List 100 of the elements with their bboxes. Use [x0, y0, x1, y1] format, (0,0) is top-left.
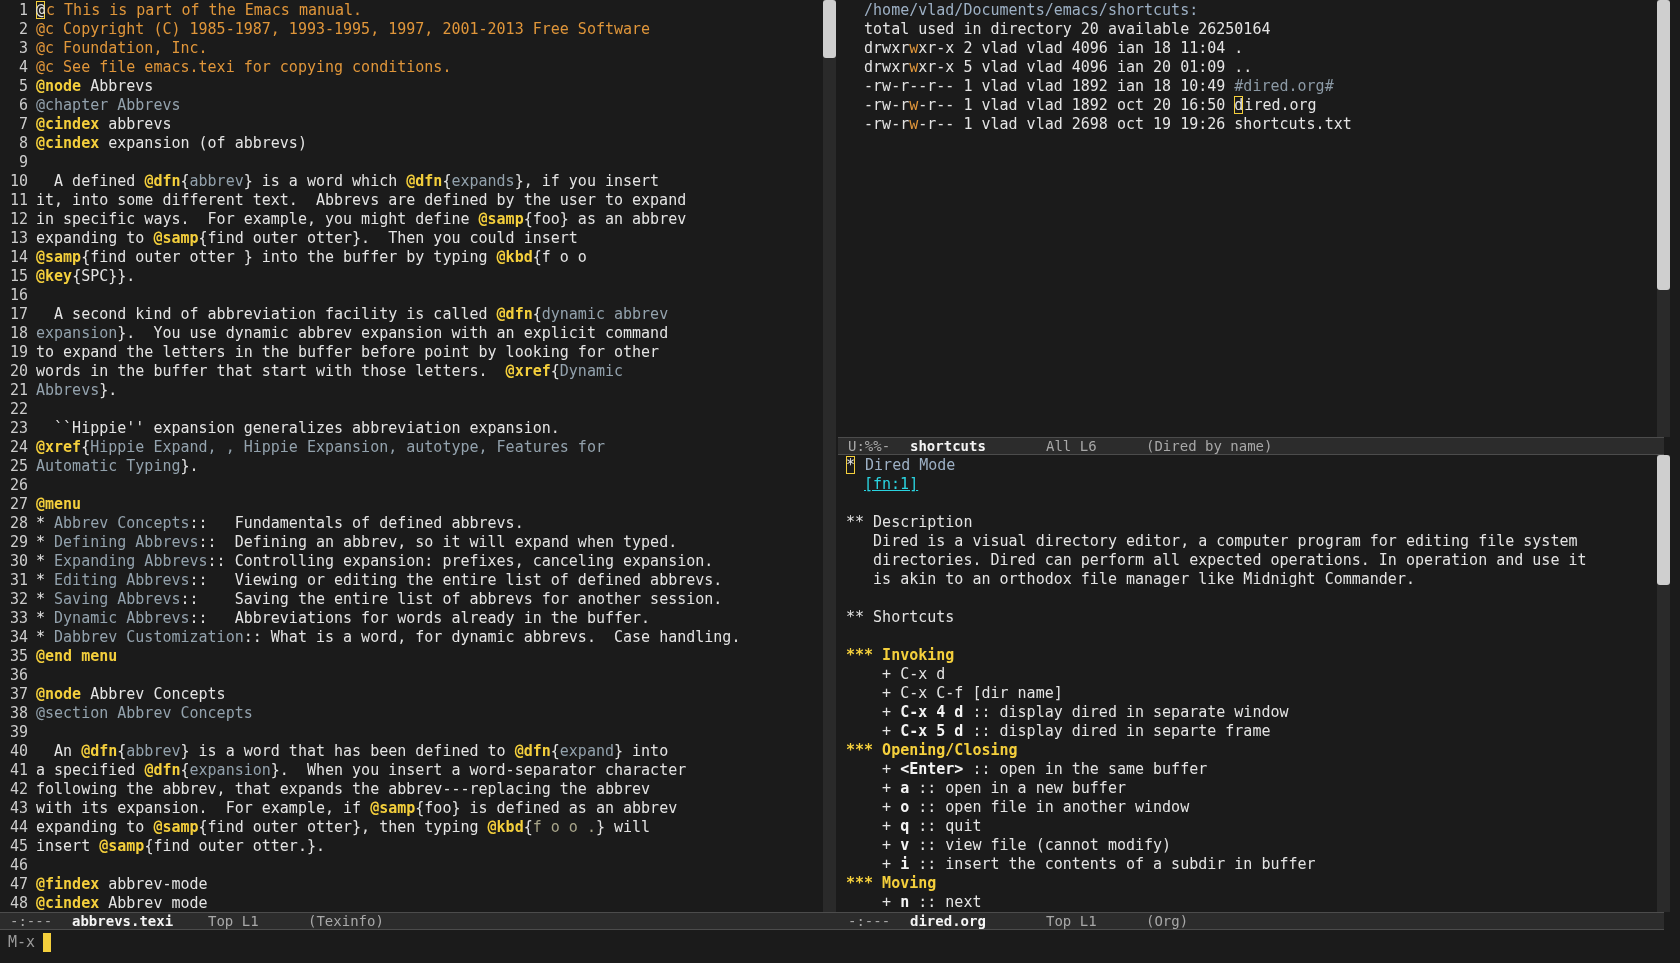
directory-line: total used in directory 20 available 26250164 — [863, 20, 1271, 39]
org-line: *** Opening/Closing — [846, 741, 1018, 760]
line-number: 14 — [8, 248, 28, 267]
code-line: words in the buffer that start with those letters. @xref{Dynamic — [36, 362, 623, 381]
org-line: + <Enter> :: open in the same buffer — [881, 760, 1208, 779]
org-line: + a :: open in a new buffer — [881, 779, 1126, 798]
line-number: 37 — [8, 685, 28, 704]
code-line: @node Abbrev Concepts — [36, 685, 226, 704]
code-line: a specified @dfn{expansion}. When you insert a word-separator character — [36, 761, 687, 780]
line-number: 46 — [8, 856, 28, 875]
scrollbar-thumb[interactable] — [1657, 455, 1670, 585]
line-number: 20 — [8, 362, 28, 381]
code-line: @c See file emacs.texi for copying conditions. — [36, 58, 452, 77]
code-line: * Expanding Abbrevs:: Controlling expansion: prefixes, canceling expansion. — [36, 552, 714, 571]
code-line: expansion}. You use dynamic abbrev expansion with an explicit command — [36, 324, 669, 343]
line-number: 40 — [8, 742, 28, 761]
line-number: 33 — [8, 609, 28, 628]
code-line: * Editing Abbrevs:: Viewing or editing the entire list of defined abbrevs. — [36, 571, 723, 590]
line-number: 27 — [8, 495, 28, 514]
directory-line: -rw-r--r-- 1 vlad vlad 1892 ian 18 10:49 #dired.org# — [863, 77, 1334, 96]
scrollbar-thumb[interactable] — [823, 0, 836, 58]
line-number: 7 — [17, 115, 28, 134]
code-line: following the abbrev, that expands the abbrev---replacing the abbrev — [36, 780, 651, 799]
line-number: 41 — [8, 761, 28, 780]
org-line: + q :: quit — [881, 817, 982, 836]
directory-line: /home/vlad/Documents/emacs/shortcuts: — [863, 1, 1199, 20]
buffer-status: -:--- — [848, 913, 892, 929]
org-line: + C-x C-f [dir name] — [881, 684, 1063, 703]
minibuffer-prompt: M-x — [8, 933, 36, 952]
code-line: * Defining Abbrevs:: Defining an abbrev, so it will expand when typed. — [36, 533, 678, 552]
buffer-name: shortcuts — [910, 438, 987, 454]
code-line: @c Foundation, Inc. — [36, 39, 208, 58]
code-line: @cindex expansion (of abbrevs) — [36, 134, 307, 153]
org-line: Dired is a visual directory editor, a computer program for editing file system — [872, 532, 1578, 551]
directory-line: -rw-rw-r-- 1 vlad vlad 2698 oct 19 19:26 shortcuts.txt — [863, 115, 1352, 134]
org-line: directories. Dired can perform all expected operations. In operation and use it — [872, 551, 1587, 570]
line-number: 35 — [8, 647, 28, 666]
code-line: @samp{find outer otter } into the buffer by typing @kbd{f o o — [36, 248, 587, 267]
line-number: 48 — [8, 894, 28, 912]
scrollbar-thumb[interactable] — [1657, 0, 1670, 290]
code-line: expanding to @samp{find outer otter}, then typing @kbd{f o o .} will — [36, 818, 651, 837]
text-cursor — [43, 933, 52, 952]
line-number: 34 — [8, 628, 28, 647]
code-line: in specific ways. For example, you might define @samp{foo} as an abbrev — [36, 210, 687, 229]
org-line: *** Invoking — [846, 646, 955, 665]
buffer-name: abbrevs.texi — [72, 913, 175, 929]
line-number: 47 — [8, 875, 28, 894]
line-number: 36 — [8, 666, 28, 685]
line-number: 31 — [8, 571, 28, 590]
code-line: * Dabbrev Customization:: What is a word, for dynamic abbrevs. Case handling. — [36, 628, 741, 647]
line-number: 13 — [8, 229, 28, 248]
code-line: * Saving Abbrevs:: Saving the entire list of abbrevs for another session. — [36, 590, 723, 609]
major-mode: (Org) — [1146, 913, 1189, 929]
buffer-status: -:--- — [10, 913, 54, 929]
line-number: 38 — [8, 704, 28, 723]
buffer-position: Top L1 — [208, 913, 260, 929]
line-number: 2 — [17, 20, 28, 39]
code-line: @c Copyright (C) 1985-1987, 1993-1995, 1997, 2001-2013 Free Software — [36, 20, 651, 39]
line-number: 30 — [8, 552, 28, 571]
code-line: * Dynamic Abbrevs:: Abbreviations for words already in the buffer. — [36, 609, 651, 628]
code-line: * Abbrev Concepts:: Fundamentals of defined abbrevs. — [36, 514, 524, 533]
line-number: 15 — [8, 267, 28, 286]
code-line: ``Hippie'' expansion generalizes abbreviation expansion. — [53, 419, 560, 438]
line-number: 21 — [8, 381, 28, 400]
line-number: 16 — [8, 286, 28, 305]
code-line: @menu — [36, 495, 82, 514]
line-number: 5 — [17, 77, 28, 96]
line-number: 8 — [17, 134, 28, 153]
buffer-status: U:%%- — [848, 438, 892, 454]
scrollbar[interactable] — [1657, 0, 1670, 437]
code-line: to expand the letters in the buffer before point by looking for other — [36, 343, 660, 362]
code-line: @node Abbrevs — [36, 77, 154, 96]
code-line: insert @samp{find outer otter.}. — [36, 837, 325, 856]
line-number: 18 — [8, 324, 28, 343]
line-number: 45 — [8, 837, 28, 856]
line-number: 39 — [8, 723, 28, 742]
code-line: @findex abbrev-mode — [36, 875, 208, 894]
org-line: *** Moving — [846, 874, 937, 893]
line-number: 43 — [8, 799, 28, 818]
line-number: 6 — [17, 96, 28, 115]
code-line: Abbrevs}. — [36, 381, 118, 400]
scrollbar[interactable] — [823, 0, 836, 912]
org-line: + i :: insert the contents of a subdir in buffer — [881, 855, 1316, 874]
org-line: * Dired Mode — [846, 456, 956, 475]
code-line: @key{SPC}}. — [36, 267, 136, 286]
code-line: An @dfn{abbrev} is a word that has been defined to @dfn{expand} into — [53, 742, 669, 761]
line-number: 32 — [8, 590, 28, 609]
org-line: [fn:1] — [864, 475, 919, 494]
line-number: 28 — [8, 514, 28, 533]
scrollbar[interactable] — [1657, 455, 1670, 912]
org-line: ** Shortcuts — [846, 608, 955, 627]
directory-line: -rw-rw-r-- 1 vlad vlad 1892 oct 20 16:50 dired.org — [863, 96, 1317, 115]
org-line: + o :: open file in another window — [881, 798, 1190, 817]
major-mode: (Texinfo) — [308, 913, 384, 929]
line-number: 22 — [8, 400, 28, 419]
code-line: expanding to @samp{find outer otter}. Then you could insert — [36, 229, 578, 248]
org-line: + n :: next — [881, 893, 982, 912]
buffer-position: Top L1 — [1046, 913, 1098, 929]
directory-line: drwxrwxr-x 5 vlad vlad 4096 ian 20 01:09 .. — [863, 58, 1253, 77]
code-line: Automatic Typing}. — [36, 457, 199, 476]
